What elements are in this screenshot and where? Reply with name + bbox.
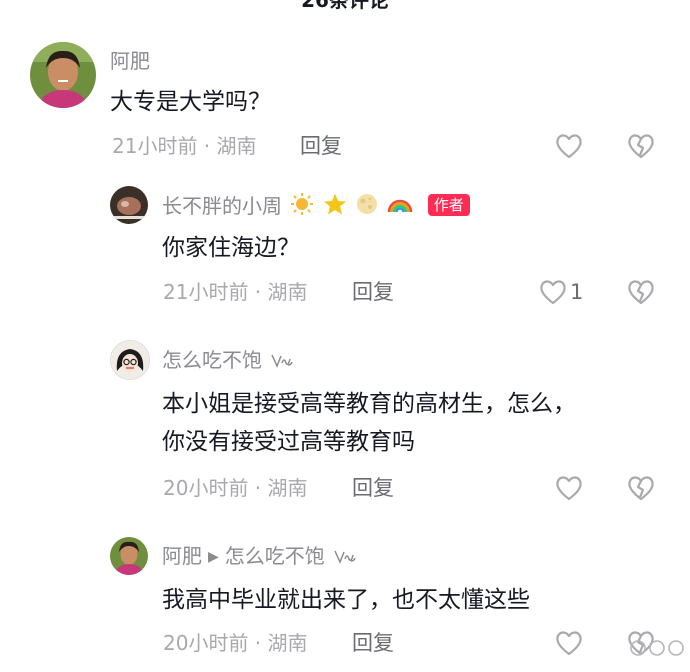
username-text: 长不胖的小周	[162, 194, 282, 218]
reply-button[interactable]: 回复	[352, 630, 394, 656]
broken-heart-icon	[628, 134, 654, 159]
dislike-button[interactable]	[627, 133, 655, 159]
heart-icon	[556, 134, 582, 159]
heart-icon	[556, 631, 582, 656]
heart-icon	[556, 476, 582, 501]
star-emoji	[323, 192, 347, 222]
comment-text: 我高中毕业就出来了，也不太懂这些	[162, 587, 530, 613]
author-badge: 作者	[427, 194, 470, 216]
like-count: 1	[570, 280, 584, 304]
broken-heart-icon	[628, 476, 654, 501]
comment-text-line: 你没有接受过高等教育吗	[162, 429, 415, 455]
heart-icon	[540, 280, 566, 305]
reply-button[interactable]: 回复	[352, 279, 394, 305]
comment-meta: 20小时前 · 湖南	[163, 476, 308, 500]
comment-text: 大专是大学吗？	[110, 89, 271, 115]
comment-username[interactable]: 阿肥	[110, 48, 150, 74]
comment-username[interactable]: 怎么吃不饱	[162, 347, 294, 375]
comment-meta: 20小时前 · 湖南	[163, 631, 308, 655]
like-button[interactable]	[555, 475, 583, 501]
comment-meta: 21小时前 · 湖南	[163, 280, 308, 304]
comment-text: 你家住海边？	[162, 235, 300, 261]
avatar[interactable]	[110, 537, 148, 575]
avatar[interactable]	[30, 42, 96, 108]
signature-glyph	[270, 349, 294, 375]
like-button[interactable]	[539, 279, 567, 305]
comments-count-title: 26条评论	[301, 0, 389, 12]
reply-button[interactable]: 回复	[300, 133, 342, 159]
username-text: 怎么吃不饱	[162, 348, 262, 372]
broken-heart-icon	[628, 280, 654, 305]
avatar[interactable]	[110, 340, 150, 380]
comment-username[interactable]: 阿肥 ▶ 怎么吃不饱	[162, 543, 357, 571]
comment-text-line: 本小姐是接受高等教育的高材生，怎么，	[162, 391, 576, 417]
reply-to-username[interactable]: 怎么吃不饱	[225, 544, 325, 568]
dislike-button[interactable]	[627, 279, 655, 305]
signature-glyph	[333, 545, 357, 571]
reply-arrow-icon: ▶	[208, 549, 219, 565]
avatar[interactable]	[110, 186, 148, 224]
sun-emoji	[290, 192, 314, 222]
dislike-button[interactable]	[627, 475, 655, 501]
like-button[interactable]	[555, 630, 583, 656]
like-button[interactable]	[555, 133, 583, 159]
watermark-logo	[628, 638, 686, 658]
rainbow-emoji	[387, 192, 413, 222]
comment-username[interactable]: 长不胖的小周 作者	[162, 192, 470, 222]
reply-button[interactable]: 回复	[352, 475, 394, 501]
username-text: 阿肥	[162, 544, 202, 568]
full-moon-emoji	[355, 192, 379, 222]
comment-meta: 21小时前 · 湖南	[112, 134, 257, 158]
